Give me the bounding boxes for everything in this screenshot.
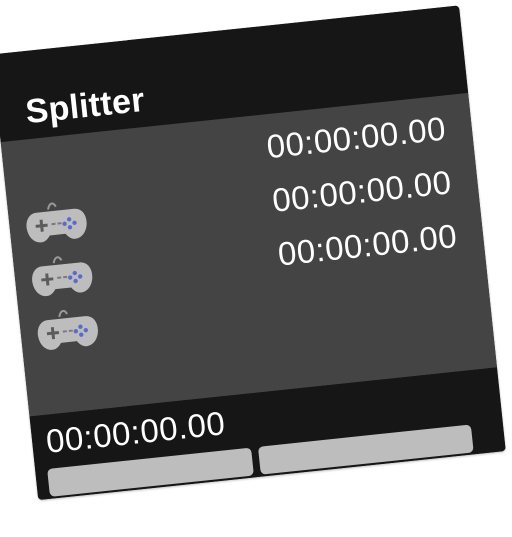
splitter-window: Splitter 00:00:00.00 00:00:00.00 00:00:0… <box>0 5 506 501</box>
split-time: 00:00:00.00 <box>264 109 448 166</box>
splits-list: 00:00:00.00 00:00:00.00 00:00:00.00 <box>1 93 497 417</box>
tilted-screenshot: Splitter 00:00:00.00 00:00:00.00 00:00:0… <box>0 0 512 537</box>
splits-panel: 00:00:00.00 00:00:00.00 00:00:00.00 <box>0 92 497 417</box>
split-time: 00:00:00.00 <box>276 216 459 273</box>
split-time: 00:00:00.00 <box>270 163 454 219</box>
gamepad-icon <box>37 309 98 350</box>
right-control-button[interactable] <box>257 424 474 475</box>
app-title: Splitter <box>23 80 147 132</box>
